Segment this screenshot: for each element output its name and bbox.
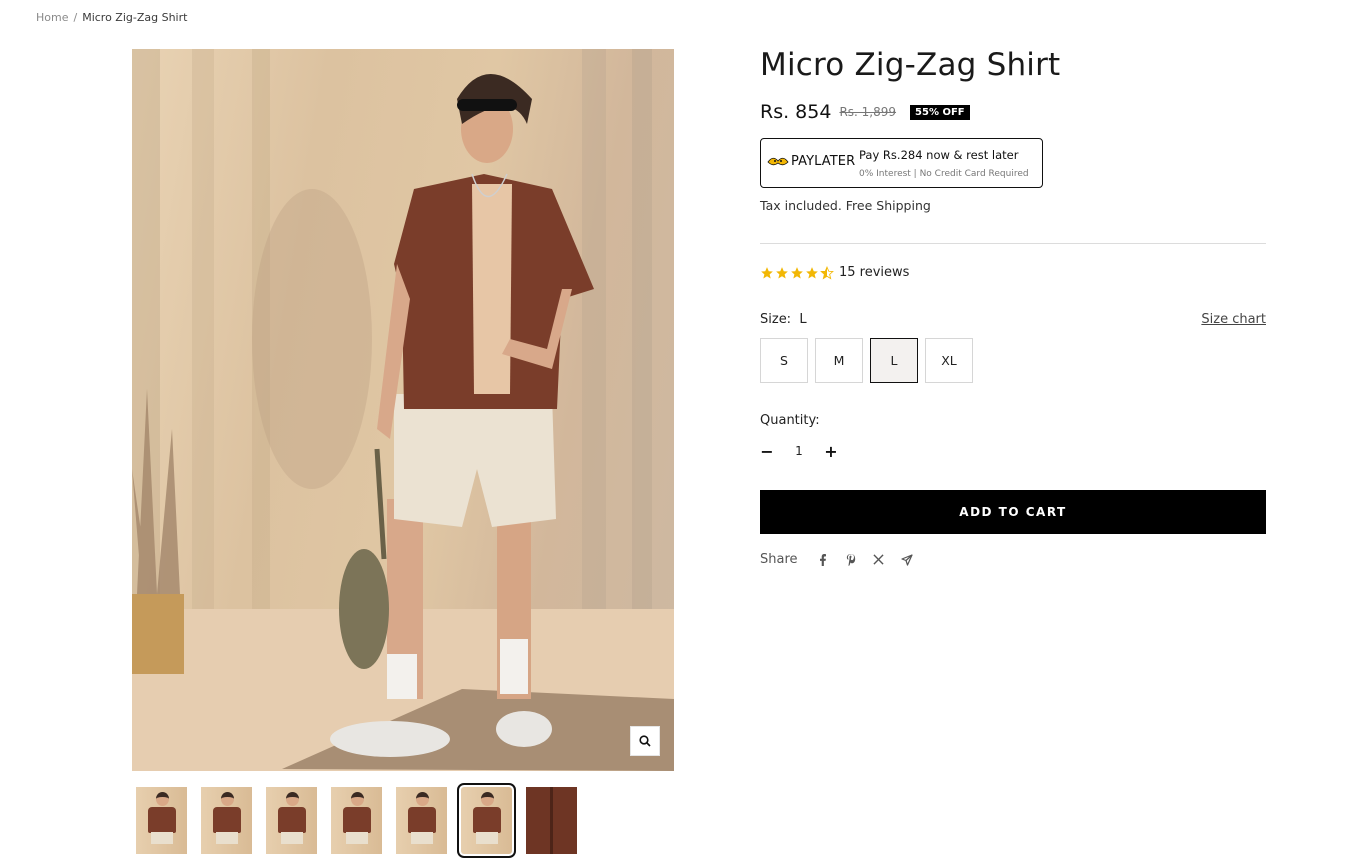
size-options: S M L XL <box>760 338 973 383</box>
snapmint-bird-icon <box>767 157 789 165</box>
tax-note: Tax included. Free Shipping <box>760 198 931 213</box>
star-icon <box>806 266 818 279</box>
sale-price: Rs. 854 <box>760 101 832 123</box>
quantity-label: Quantity: <box>760 413 820 428</box>
rating[interactable]: 15 reviews <box>760 265 909 280</box>
thumbnail-2[interactable] <box>201 787 252 854</box>
thumbnail-7[interactable] <box>526 787 577 854</box>
thumbnail-1[interactable] <box>136 787 187 854</box>
quantity-decrease-button[interactable]: − <box>760 442 774 461</box>
breadcrumb-home-link[interactable]: Home <box>36 11 68 24</box>
star-rating <box>760 265 834 280</box>
discount-badge: 55% OFF <box>910 104 970 120</box>
telegram-icon[interactable] <box>900 553 914 567</box>
size-option-xl[interactable]: XL <box>925 338 973 383</box>
price-row: Rs. 854 Rs. 1,899 55% OFF <box>760 101 970 123</box>
pinterest-icon[interactable] <box>844 553 858 567</box>
thumbnail-5[interactable] <box>396 787 447 854</box>
half-star-icon <box>820 265 834 279</box>
breadcrumb-separator: / <box>73 11 78 24</box>
thumbnail-gallery <box>136 783 577 858</box>
size-label: Size: L <box>760 312 807 327</box>
size-option-m[interactable]: M <box>815 338 863 383</box>
compare-price: Rs. 1,899 <box>839 105 897 119</box>
zoom-button[interactable] <box>630 726 660 756</box>
quantity-input[interactable]: 1 <box>774 444 824 458</box>
paylater-brand: PAYLATER <box>791 154 856 169</box>
size-option-l[interactable]: L <box>870 338 918 383</box>
breadcrumb-current: Micro Zig-Zag Shirt <box>82 11 188 24</box>
product-photo-illustration <box>132 49 674 771</box>
breadcrumb: Home / Micro Zig-Zag Shirt <box>36 11 187 24</box>
size-option-s[interactable]: S <box>760 338 808 383</box>
facebook-icon[interactable] <box>816 553 830 567</box>
size-selected-value: L <box>799 312 807 327</box>
star-icon <box>791 266 803 279</box>
product-title: Micro Zig-Zag Shirt <box>760 47 1061 83</box>
reviews-count[interactable]: 15 reviews <box>839 265 909 280</box>
x-icon[interactable] <box>872 553 886 567</box>
add-to-cart-button[interactable]: ADD TO CART <box>760 490 1266 534</box>
thumbnail-4[interactable] <box>331 787 382 854</box>
product-main-image[interactable] <box>132 49 674 771</box>
star-icon <box>776 266 788 279</box>
size-chart-link[interactable]: Size chart <box>1201 312 1266 327</box>
thumbnail-6[interactable] <box>457 783 516 858</box>
paylater-widget[interactable]: PAYLATER Pay Rs.284 now & rest later 0% … <box>760 138 1043 188</box>
paylater-subtext: 0% Interest | No Credit Card Required <box>859 169 1029 179</box>
share-bar: Share <box>760 552 914 567</box>
share-label: Share <box>760 552 798 567</box>
quantity-increase-button[interactable]: + <box>824 442 838 461</box>
divider <box>760 243 1266 244</box>
size-label-text: Size: <box>760 312 792 327</box>
star-icon <box>761 266 773 279</box>
magnifier-icon <box>639 735 651 747</box>
paylater-logo: PAYLATER <box>767 154 855 169</box>
thumbnail-3[interactable] <box>266 787 317 854</box>
paylater-message: Pay Rs.284 now & rest later <box>859 148 1019 162</box>
quantity-stepper: − 1 + <box>760 442 838 461</box>
